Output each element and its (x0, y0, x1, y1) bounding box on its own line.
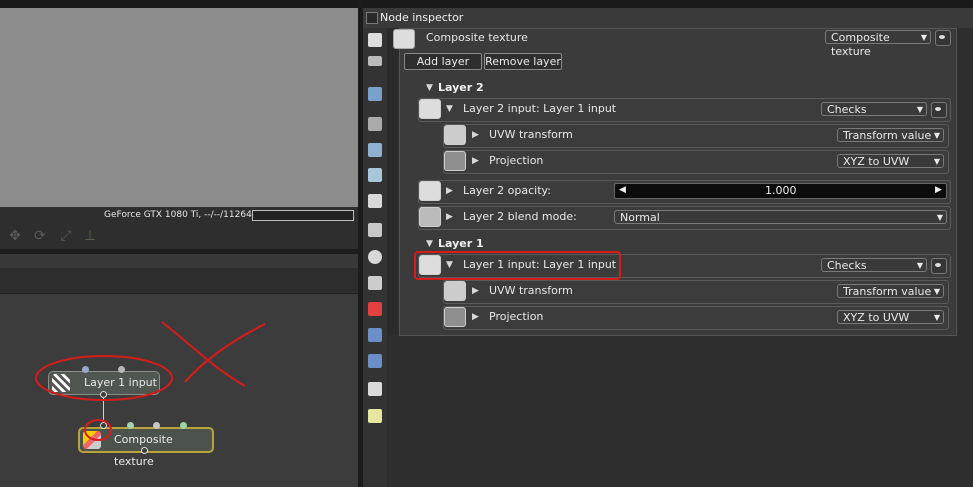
annotation-circle (35, 355, 173, 401)
layer1-section-title: Layer 1 (438, 237, 484, 250)
layers-icon[interactable] (368, 328, 382, 342)
chevron-down-icon: ▼ (920, 33, 927, 42)
transform-icon[interactable] (368, 276, 382, 290)
layer2-input-type-select[interactable]: Checks ▼ (821, 102, 927, 116)
inspector-empty-area (387, 335, 955, 487)
remove-layer-button[interactable]: Remove layer (484, 53, 562, 70)
projection-icon (444, 307, 466, 327)
annotation-circle (84, 419, 112, 441)
annotation-highlight (414, 251, 621, 280)
chevron-down-icon: ▼ (933, 287, 940, 296)
layer2-uvw-select[interactable]: Transform value ▼ (837, 128, 944, 142)
select-value: Normal (620, 211, 660, 224)
expand-icon[interactable]: ▶ (472, 156, 479, 166)
imager-icon[interactable] (368, 382, 382, 396)
transform-icon (444, 281, 466, 301)
material-icon[interactable] (368, 194, 382, 208)
panel-separator (0, 254, 358, 268)
layer2-projection-label: Projection (489, 154, 544, 167)
decrement-icon[interactable]: ◀ (619, 185, 626, 195)
chevron-down-icon: ▼ (936, 213, 943, 222)
select-value: Checks (827, 103, 867, 116)
layer2-input-label: Layer 2 input: Layer 1 input (463, 102, 617, 115)
object-icon[interactable] (368, 302, 382, 316)
transform-icon (444, 125, 466, 145)
layers-icon[interactable] (368, 354, 382, 368)
expand-icon[interactable]: ▶ (472, 312, 479, 322)
chevron-down-icon: ▼ (916, 261, 923, 270)
gpu-info: GeForce GTX 1080 Ti, --/--/11264 MB (104, 210, 269, 220)
increment-icon[interactable]: ▶ (935, 185, 942, 195)
select-value: XYZ to UVW (843, 311, 910, 324)
eye-icon[interactable] (931, 258, 947, 274)
geometry-icon[interactable] (368, 168, 382, 182)
scale-icon[interactable]: ⤢ (58, 228, 74, 244)
render-viewport[interactable] (0, 8, 358, 207)
inspector-title: Node inspector (380, 11, 464, 24)
rotate-icon[interactable]: ⟳ (32, 228, 48, 244)
node-tree-icon[interactable] (368, 33, 382, 47)
clock-icon[interactable] (368, 250, 382, 264)
collapse-icon[interactable]: ▼ (446, 104, 453, 114)
effects-icon[interactable] (368, 409, 382, 423)
layer2-blend-select[interactable]: Normal ▼ (614, 210, 947, 224)
chevron-down-icon: ▼ (933, 313, 940, 322)
select-value: Transform value (843, 129, 932, 142)
list-icon[interactable] (368, 56, 382, 66)
layer1-input-type-select[interactable]: Checks ▼ (821, 258, 927, 272)
projection-icon (444, 151, 466, 171)
expand-icon[interactable]: ▶ (446, 212, 453, 222)
eye-icon[interactable] (931, 102, 947, 118)
annotation-cross (161, 321, 246, 387)
move-icon[interactable]: ✥ (7, 228, 23, 244)
collapse-icon[interactable]: ▼ (426, 239, 433, 249)
top-bar (0, 0, 973, 8)
node-name: Composite texture (426, 31, 528, 44)
layer2-projection-select[interactable]: XYZ to UVW ▼ (837, 154, 944, 168)
graph-toolbar (0, 268, 358, 294)
select-value: Checks (827, 259, 867, 272)
layer2-opacity-value: 1.000 (765, 184, 797, 197)
chevron-down-icon: ▼ (916, 105, 923, 114)
blend-icon (419, 207, 441, 227)
expand-icon[interactable]: ▶ (472, 130, 479, 140)
inspector-checkbox[interactable] (366, 12, 378, 24)
composite-icon (393, 29, 415, 49)
layer1-projection-label: Projection (489, 310, 544, 323)
select-value: XYZ to UVW (843, 155, 910, 168)
chevron-down-icon: ▼ (933, 131, 940, 140)
expand-icon[interactable]: ▶ (472, 286, 479, 296)
annotation-overlay (35, 321, 266, 441)
image-icon[interactable] (368, 87, 382, 101)
add-layer-button[interactable]: Add layer (404, 53, 482, 70)
layer1-projection-select[interactable]: XYZ to UVW ▼ (837, 310, 944, 324)
inspector-margin (955, 28, 973, 487)
expand-icon[interactable]: ▶ (446, 186, 453, 196)
axis-icon[interactable]: ⊥ (82, 228, 98, 244)
gpu-memory-bar (252, 210, 354, 221)
eye-icon[interactable] (935, 30, 951, 46)
layer2-section-title: Layer 2 (438, 81, 484, 94)
camera-icon[interactable] (368, 117, 382, 131)
layer2-blend-label: Layer 2 blend mode: (463, 210, 577, 223)
opacity-icon (419, 181, 441, 201)
node-type-select[interactable]: Composite texture ▼ (825, 30, 931, 58)
layer1-uvw-label: UVW transform (489, 284, 573, 297)
environment-icon[interactable] (368, 143, 382, 157)
render-target-icon[interactable] (368, 223, 382, 237)
layer1-uvw-select[interactable]: Transform value ▼ (837, 284, 944, 298)
chevron-down-icon: ▼ (933, 157, 940, 166)
layer2-uvw-label: UVW transform (489, 128, 573, 141)
checks-icon (419, 99, 441, 119)
select-value: Transform value (843, 285, 932, 298)
collapse-icon[interactable]: ▼ (426, 83, 433, 93)
viewport-toolbar (0, 224, 358, 249)
layer2-opacity-label: Layer 2 opacity: (463, 184, 551, 197)
